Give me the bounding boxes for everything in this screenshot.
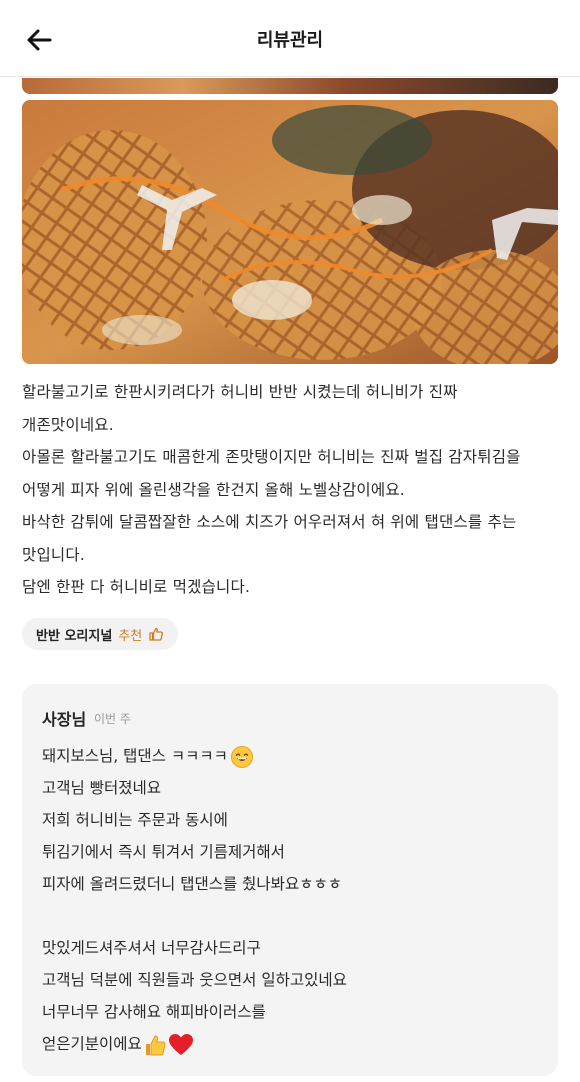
reply-line-text: 돼지보스님, 탭댄스 ㅋㅋㅋㅋ (42, 747, 228, 765)
grin-emoji-icon (230, 745, 253, 768)
reply-line: 맛있게드셔주셔서 너무감사드리구 (42, 939, 261, 957)
owner-reply-card: 사장님 이번 주 돼지보스님, 탭댄스 ㅋㅋㅋㅋ 고객님 빵터졌네요 저희 허니… (22, 684, 558, 1076)
review-line: 할라불고기로 한판시키려다가 허니비 반반 시켰는데 허니비가 진짜 (22, 383, 458, 401)
page-title: 리뷰관리 (256, 30, 324, 51)
menu-name: 반반 오리지널 (36, 628, 113, 644)
reply-line: 튀김기에서 즉시 튀겨서 기름제거해서 (42, 843, 285, 861)
reply-line: 고객님 빵터졌네요 (42, 779, 162, 797)
reply-line: 고객님 덕분에 직원들과 웃으면서 일하고있네요 (42, 971, 347, 989)
thumbs-up-icon (149, 627, 164, 641)
reply-line: 얻은기분이에요 (42, 1028, 542, 1060)
recommend-label: 추천 (118, 628, 143, 644)
menu-recommend-chip[interactable]: 반반 오리지널 추천 (22, 618, 179, 650)
review-line: 아몰론 할라불고기도 매콤한게 존맛탱이지만 허니비는 진짜 벌집 감자튀김을 (22, 448, 521, 466)
reply-line: 저희 허니비는 주문과 동시에 (42, 811, 228, 829)
pizza-photo-image (22, 100, 558, 364)
review-line: 담엔 한판 다 허니비로 먹겠습니다. (22, 578, 251, 596)
reply-line: 피자에 올려드렸더니 탭댄스를 췄나봐요ㅎㅎㅎ (42, 875, 342, 893)
review-line: 개존맛이네요. (22, 415, 114, 434)
app-header: 리뷰관리 (0, 0, 580, 77)
reply-body: 돼지보스님, 탭댄스 ㅋㅋㅋㅋ 고객님 빵터졌네요 저희 허니비는 주문과 동시… (42, 740, 542, 1060)
review-line: 바삭한 감튀에 달콤짭잘한 소스에 치즈가 어우러져서 혀 위에 탭댄스를 추는 (22, 513, 517, 531)
reply-author: 사장님 (42, 710, 87, 729)
reply-line: 돼지보스님, 탭댄스 ㅋㅋㅋㅋ (42, 740, 542, 772)
reply-time: 이번 주 (94, 712, 131, 726)
reply-line (42, 900, 542, 932)
review-text: 할라불고기로 한판시키려다가 허니비 반반 시켰는데 허니비가 진짜 개존맛이네… (22, 376, 558, 604)
review-line: 맛입니다. (22, 545, 85, 564)
thumbs-up-emoji-icon (145, 1034, 166, 1055)
review-photo[interactable] (22, 100, 558, 364)
review-photo-previous[interactable] (22, 78, 558, 94)
reply-line: 너무너무 감사해요 해피바이러스를 (42, 1003, 266, 1021)
review-line: 어떻게 피자 위에 올린생각을 한건지 올해 노벨상감이에요. (22, 480, 405, 499)
reply-line-text: 얻은기분이에요 (42, 1035, 142, 1053)
heart-emoji-icon (168, 1033, 193, 1055)
